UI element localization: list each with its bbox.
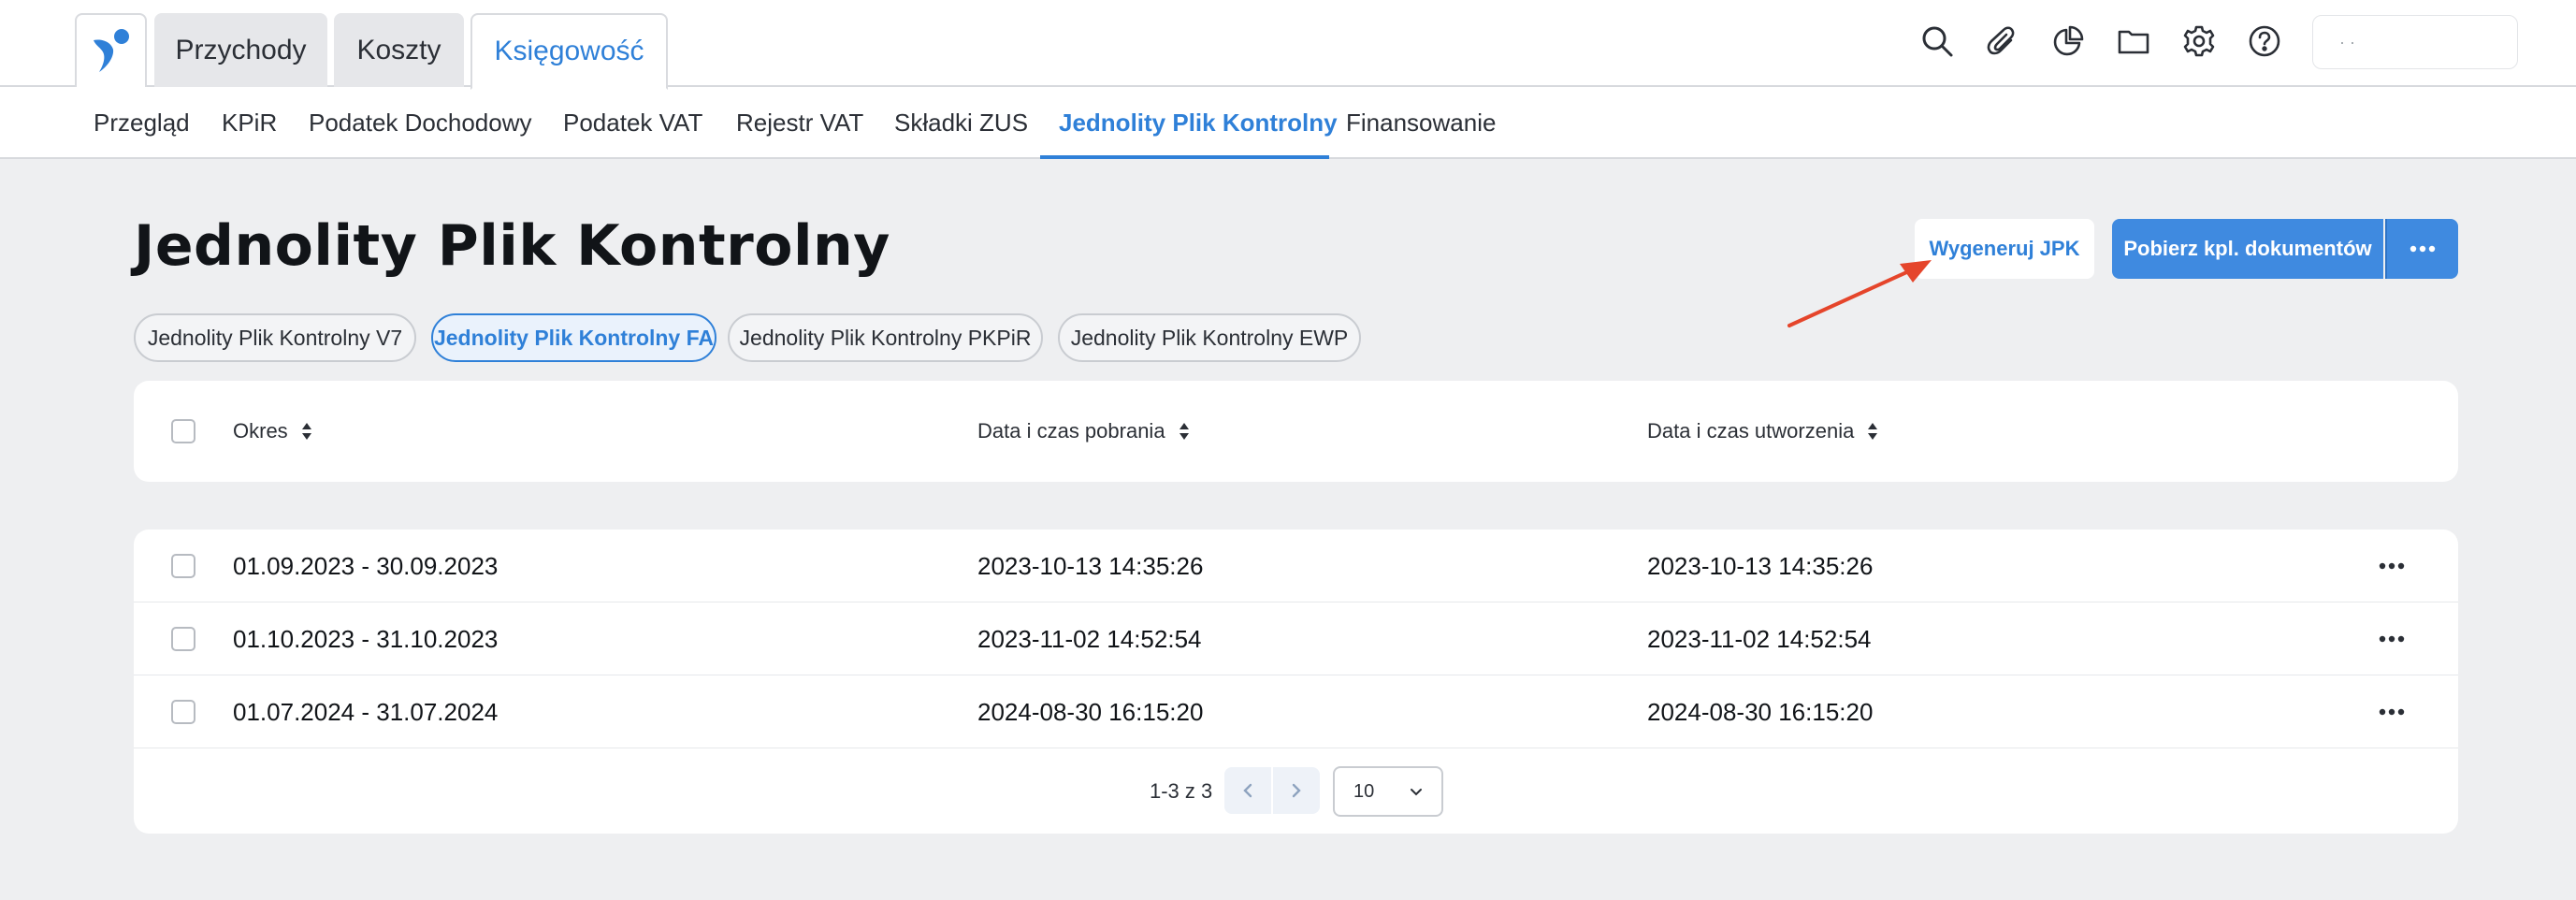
cell-downloaded: 2024-08-30 16:15:20 <box>977 697 1204 726</box>
page-title: Jednolity Plik Kontrolny <box>134 213 890 279</box>
cell-created: 2023-11-02 14:52:54 <box>1647 624 1872 653</box>
tab-costs-label: Koszty <box>356 35 441 65</box>
subnav-item-label: Podatek VAT <box>563 109 703 137</box>
logo-icon <box>93 29 129 72</box>
row-checkbox[interactable] <box>171 700 195 724</box>
subnav-item-kpir[interactable]: KPiR <box>222 87 277 159</box>
subnav-item-label: Przegląd <box>94 109 190 137</box>
annotation-arrow-icon <box>1787 260 1932 327</box>
gear-icon[interactable] <box>2178 21 2220 62</box>
row-more-button[interactable] <box>2371 548 2412 584</box>
subnav-item-label: Rejestr VAT <box>736 109 864 137</box>
filter-chip-label: Jednolity Plik Kontrolny FA <box>433 325 715 350</box>
cell-period: 01.07.2024 - 31.07.2024 <box>233 697 499 726</box>
chevron-down-icon <box>1411 789 1422 796</box>
subnav-item-overview[interactable]: Przegląd <box>94 87 190 159</box>
sort-icon <box>1867 422 1878 441</box>
next-page-button[interactable] <box>1273 767 1320 814</box>
cell-downloaded: 2023-10-13 14:35:26 <box>977 551 1204 580</box>
subnav-item-label: Finansowanie <box>1346 109 1497 137</box>
tab-income[interactable]: Przychody <box>154 13 327 88</box>
filter-chip-label: Jednolity Plik Kontrolny V7 <box>147 325 403 350</box>
column-header-label: Data i czas pobrania <box>977 419 1165 443</box>
search-icon[interactable] <box>1917 21 1958 62</box>
row-more-button[interactable] <box>2371 621 2412 657</box>
column-header-label: Okres <box>233 419 288 443</box>
more-horizontal-icon <box>2379 562 2405 570</box>
sort-icon <box>1179 422 1190 441</box>
cell-downloaded: 2023-11-02 14:52:54 <box>977 624 1202 653</box>
chevron-right-icon <box>1292 783 1301 798</box>
chevron-left-icon <box>1243 783 1252 798</box>
subnav-item-jpk[interactable]: Jednolity Plik Kontrolny <box>1059 87 1338 159</box>
table-row[interactable]: 01.10.2023 - 31.10.2023 2023-11-02 14:52… <box>134 602 2458 675</box>
paperclip-icon[interactable] <box>1982 21 2023 62</box>
column-header-period[interactable]: Okres <box>233 381 312 482</box>
column-header-label: Data i czas utworzenia <box>1647 419 1855 443</box>
filter-chip-label: Jednolity Plik Kontrolny PKPiR <box>739 325 1032 350</box>
active-subnav-indicator <box>1040 155 1329 159</box>
tab-accounting-label: Księgowość <box>494 36 644 66</box>
subnav-item-label: Jednolity Plik Kontrolny <box>1059 109 1338 137</box>
cell-created: 2023-10-13 14:35:26 <box>1647 551 1874 580</box>
more-horizontal-icon <box>2379 635 2405 643</box>
filter-chip-jpk-pkpir[interactable]: Jednolity Plik Kontrolny PKPiR <box>728 313 1043 362</box>
row-more-button[interactable] <box>2371 694 2412 730</box>
filter-chip-jpk-ewp[interactable]: Jednolity Plik Kontrolny EWP <box>1058 313 1361 362</box>
subnav-item-vat-tax[interactable]: Podatek VAT <box>563 87 702 159</box>
tab-costs[interactable]: Koszty <box>334 13 464 88</box>
subnav-item-zus[interactable]: Składki ZUS <box>894 87 1028 159</box>
per-page-value: 10 <box>1353 780 1375 802</box>
generate-jpk-button[interactable]: Wygeneruj JPK <box>1915 219 2094 279</box>
subnav-item-label: Składki ZUS <box>894 109 1029 137</box>
column-header-downloaded[interactable]: Data i czas pobrania <box>977 381 1190 482</box>
download-all-documents-label: Pobierz kpl. dokumentów <box>2123 237 2372 260</box>
more-horizontal-icon <box>2410 245 2436 253</box>
tab-income-label: Przychody <box>175 35 307 65</box>
filter-chip-label: Jednolity Plik Kontrolny EWP <box>1070 325 1349 350</box>
row-checkbox[interactable] <box>171 627 195 651</box>
accounting-subnav: Przegląd KPiR Podatek Dochodowy Podatek … <box>0 87 2576 159</box>
per-page-select[interactable]: 10 <box>1333 766 1443 817</box>
user-account-box[interactable]: · · <box>2312 15 2518 69</box>
filter-chip-jpk-v7[interactable]: Jednolity Plik Kontrolny V7 <box>134 313 416 362</box>
filter-chip-jpk-fa[interactable]: Jednolity Plik Kontrolny FA <box>431 313 716 362</box>
tab-accounting[interactable]: Księgowość <box>470 13 668 90</box>
pie-chart-icon[interactable] <box>2048 21 2089 62</box>
previous-page-button[interactable] <box>1224 767 1271 814</box>
column-header-created[interactable]: Data i czas utworzenia <box>1647 381 1878 482</box>
row-checkbox[interactable] <box>171 554 195 578</box>
top-bar: Przychody Koszty Księgowość · · <box>0 0 2576 90</box>
download-all-documents-button[interactable]: Pobierz kpl. dokumentów <box>2112 219 2383 279</box>
user-account-text: · · <box>2339 32 2355 51</box>
cell-period: 01.10.2023 - 31.10.2023 <box>233 624 499 653</box>
subnav-item-vat-register[interactable]: Rejestr VAT <box>736 87 863 159</box>
sort-icon <box>301 422 312 441</box>
select-all-checkbox[interactable] <box>171 419 195 443</box>
subnav-item-income-tax[interactable]: Podatek Dochodowy <box>309 87 531 159</box>
help-icon[interactable] <box>2244 21 2285 62</box>
folder-icon[interactable] <box>2113 21 2154 62</box>
table-row[interactable]: 01.09.2023 - 30.09.2023 2023-10-13 14:35… <box>134 530 2458 602</box>
table-row[interactable]: 01.07.2024 - 31.07.2024 2024-08-30 16:15… <box>134 675 2458 748</box>
more-actions-button[interactable] <box>2385 219 2458 279</box>
subnav-item-financing[interactable]: Finansowanie <box>1346 87 1496 159</box>
app-logo[interactable] <box>75 13 147 88</box>
cell-created: 2024-08-30 16:15:20 <box>1647 697 1874 726</box>
cell-period: 01.09.2023 - 30.09.2023 <box>233 551 499 580</box>
subnav-item-label: KPiR <box>222 109 278 137</box>
more-horizontal-icon <box>2379 708 2405 716</box>
subnav-item-label: Podatek Dochodowy <box>309 109 532 137</box>
pagination-range: 1-3 z 3 <box>1150 779 1213 803</box>
table-header: Okres Data i czas pobrania Data i czas u… <box>134 381 2458 482</box>
generate-jpk-label: Wygeneruj JPK <box>1929 237 2080 260</box>
